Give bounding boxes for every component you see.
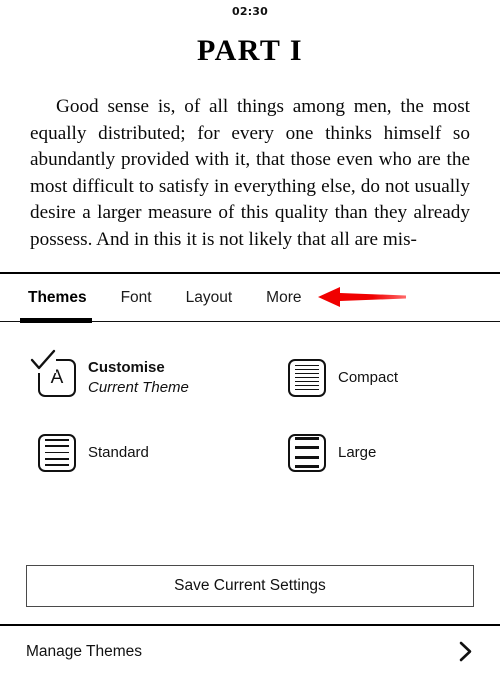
chevron-right-icon bbox=[459, 641, 472, 662]
tab-font[interactable]: Font bbox=[120, 289, 153, 307]
letter-a-check-icon: A bbox=[30, 348, 76, 397]
settings-tabbar: Themes Font Layout More bbox=[0, 274, 500, 323]
tab-themes[interactable]: Themes bbox=[27, 289, 88, 307]
theme-options-grid: A Customise Current Theme Compact Standa… bbox=[0, 322, 500, 490]
theme-option-label: Customise bbox=[88, 358, 165, 376]
active-tab-indicator bbox=[20, 317, 92, 323]
theme-option-large[interactable]: Large bbox=[250, 415, 500, 490]
reader-page: 02:30 PART I Good sense is, of all thing… bbox=[0, 0, 500, 273]
save-current-settings-button[interactable]: Save Current Settings bbox=[26, 565, 474, 607]
manage-themes-row[interactable]: Manage Themes bbox=[0, 624, 500, 677]
compact-lines-icon bbox=[288, 358, 326, 397]
theme-option-label: Standard bbox=[88, 444, 149, 461]
status-bar: 02:30 bbox=[0, 0, 500, 22]
tab-layout[interactable]: Layout bbox=[185, 289, 234, 307]
manage-themes-label: Manage Themes bbox=[26, 642, 143, 660]
theme-option-compact[interactable]: Compact bbox=[250, 340, 500, 415]
theme-option-standard[interactable]: Standard bbox=[0, 415, 250, 490]
reading-settings-panel: Themes Font Layout More A Customise Curr… bbox=[0, 272, 500, 675]
large-lines-icon bbox=[288, 433, 326, 472]
theme-option-customise[interactable]: A Customise Current Theme bbox=[0, 340, 250, 415]
theme-option-label: Compact bbox=[338, 369, 399, 386]
theme-option-label: Large bbox=[338, 444, 377, 461]
book-body-text: Good sense is, of all things among men, … bbox=[30, 96, 470, 250]
status-bar-clock: 02:30 bbox=[231, 4, 268, 18]
tab-more[interactable]: More bbox=[265, 289, 302, 307]
theme-option-sublabel: Current Theme bbox=[88, 378, 189, 396]
standard-lines-icon bbox=[38, 433, 76, 472]
chapter-title: PART I bbox=[196, 34, 304, 67]
